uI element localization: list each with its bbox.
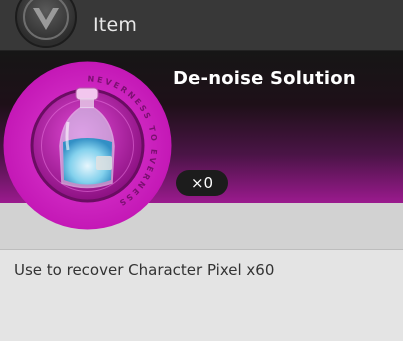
quantity-badge: ×0 (176, 170, 228, 196)
item-name: De-noise Solution (173, 68, 356, 89)
v-shield-logo-icon[interactable] (15, 0, 77, 48)
item-description: Use to recover Character Pixel x60 (14, 261, 275, 279)
item-emblem: NEVERNESS TO EVERNESS (3, 61, 172, 230)
page-title: Item (93, 14, 138, 36)
